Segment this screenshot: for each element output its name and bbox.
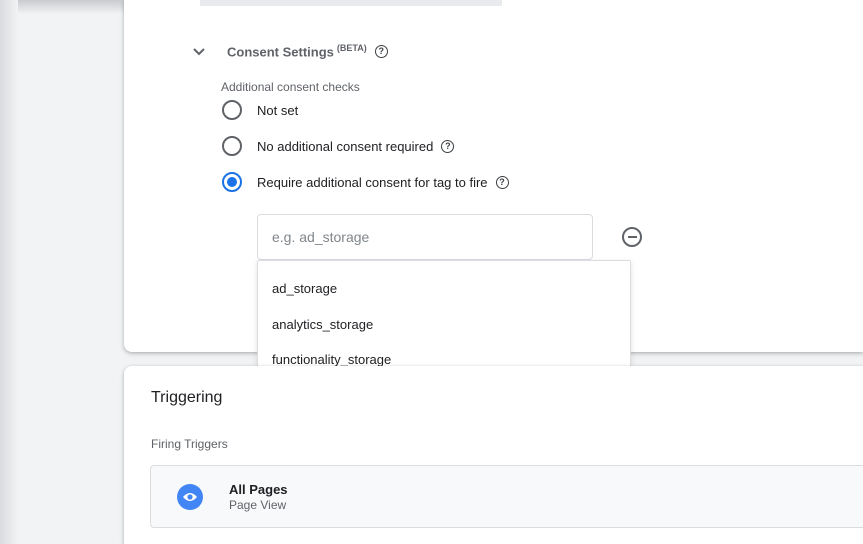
triggering-title: Triggering	[151, 389, 223, 406]
consent-input-placeholder: e.g. ad_storage	[272, 229, 370, 245]
consent-type-input[interactable]: e.g. ad_storage	[257, 214, 593, 260]
radio-button[interactable]	[222, 136, 242, 156]
radio-label: No additional consent required	[257, 138, 434, 154]
help-icon[interactable]: ?	[441, 139, 455, 153]
chevron-down-icon[interactable]	[193, 44, 207, 59]
window-edge-left	[0, 0, 18, 544]
consent-settings-title: Consent Settings (BETA)	[227, 43, 367, 59]
consent-settings-label: Consent Settings	[227, 44, 334, 60]
radio-label: Require additional consent for tag to fi…	[257, 174, 488, 190]
radio-require-additional-consent[interactable]: Require additional consent for tag to fi…	[222, 172, 509, 192]
radio-button-selected[interactable]	[222, 172, 242, 192]
radio-label: Not set	[257, 102, 299, 118]
trigger-type: Page View	[229, 498, 287, 512]
help-icon[interactable]: ?	[374, 44, 388, 58]
remove-circle-icon[interactable]	[622, 227, 642, 247]
radio-button[interactable]	[222, 100, 242, 120]
beta-badge: (BETA)	[336, 43, 367, 53]
scroll-indicator	[200, 0, 502, 6]
radio-no-additional-consent[interactable]: No additional consent required ?	[222, 136, 455, 156]
dropdown-option-analytics-storage[interactable]: analytics_storage	[258, 307, 630, 343]
additional-consent-label: Additional consent checks	[221, 80, 360, 94]
eye-icon	[177, 484, 203, 510]
dropdown-option-ad-storage[interactable]: ad_storage	[258, 271, 630, 307]
help-icon[interactable]: ?	[495, 175, 509, 189]
trigger-name: All Pages	[229, 482, 288, 497]
radio-not-set[interactable]: Not set	[222, 100, 298, 120]
firing-triggers-label: Firing Triggers	[151, 437, 228, 451]
consent-settings-header[interactable]: Consent Settings (BETA) ?	[193, 43, 388, 59]
